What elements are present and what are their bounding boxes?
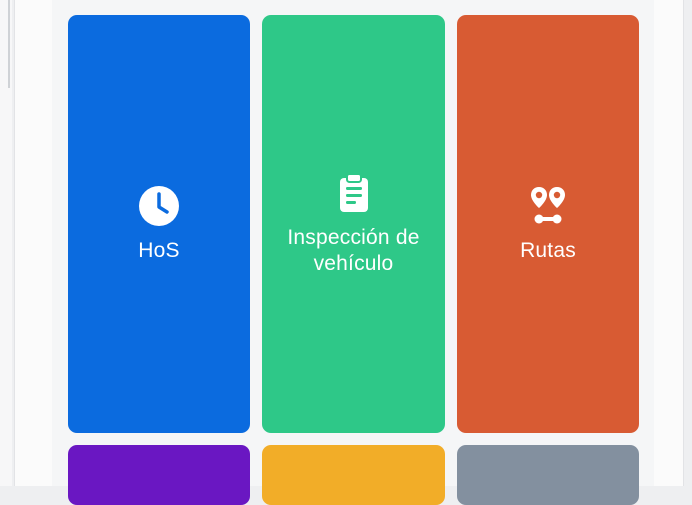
clock-icon — [139, 186, 179, 226]
routes-tile-label: Rutas — [520, 239, 576, 262]
window-scroll-indicator — [8, 0, 10, 88]
hos-tile-label: HoS — [138, 239, 180, 262]
route-icon — [531, 187, 565, 224]
hos-tile[interactable]: HoS — [68, 15, 250, 433]
gray-tile[interactable] — [457, 445, 639, 505]
vehicle-inspection-tile-label: Inspección de vehículo — [287, 226, 420, 275]
outer-window-edge — [0, 0, 12, 486]
vehicle-inspection-tile[interactable]: Inspección de vehículo — [262, 15, 445, 433]
purple-tile[interactable] — [68, 445, 250, 505]
clipboard-icon — [339, 173, 368, 212]
yellow-tile[interactable] — [262, 445, 445, 505]
routes-tile[interactable]: Rutas — [457, 15, 639, 433]
